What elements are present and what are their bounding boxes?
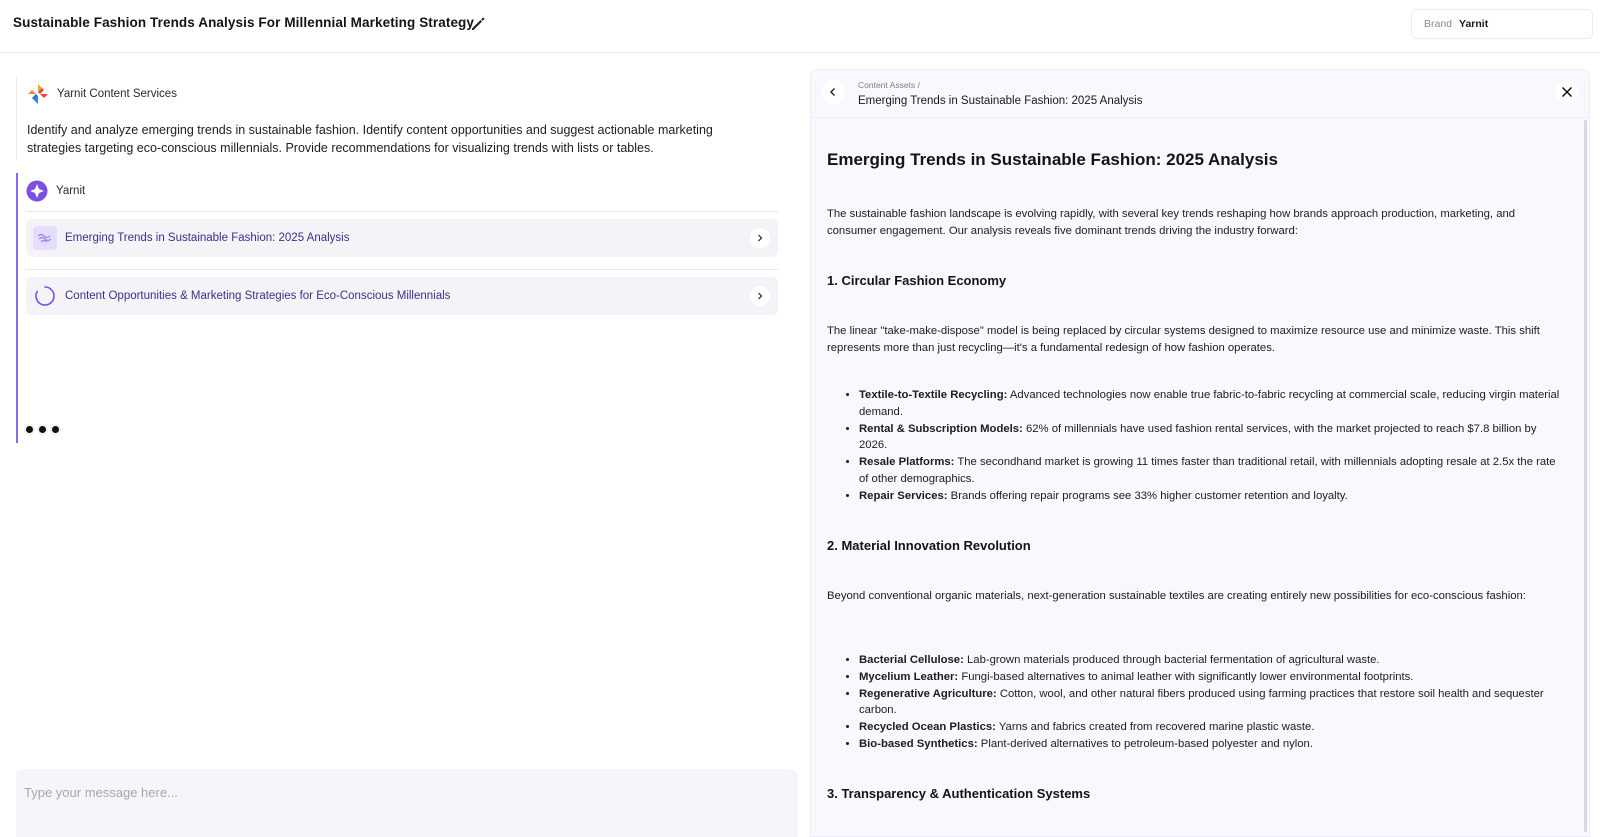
brand-value: Yarnit	[1459, 18, 1489, 30]
section-paragraph: Beyond conventional organic materials, n…	[827, 590, 1526, 602]
typing-dot	[37, 424, 48, 435]
document-intro: The sustainable fashion landscape is evo…	[827, 208, 1516, 237]
section-bullet-list: Textile-to-Textile Recycling: Advanced t…	[859, 387, 1565, 505]
chevron-right-icon	[758, 234, 763, 242]
asset-card-emerging-trends[interactable]: Emerging Trends in Sustainable Fashion: …	[26, 219, 778, 257]
document-header: Content Assets / Emerging Trends in Sust…	[811, 70, 1589, 118]
list-item: Rental & Subscription Models: 62% of mil…	[859, 421, 1565, 455]
list-item: Resale Platforms: The secondhand market …	[859, 454, 1565, 488]
back-button[interactable]	[821, 80, 845, 104]
open-asset-button[interactable]	[750, 228, 770, 248]
document-scrollbar[interactable]	[1584, 120, 1587, 832]
chevron-right-icon	[758, 292, 763, 300]
wave-icon	[33, 226, 57, 250]
typing-dot	[50, 424, 61, 435]
asset-card-label: Content Opportunities & Marketing Strate…	[65, 290, 451, 302]
document-header-title: Emerging Trends in Sustainable Fashion: …	[858, 95, 1143, 107]
assistant-name: Yarnit	[56, 185, 86, 197]
list-item: Mycelium Leather: Fungi-based alternativ…	[859, 669, 1565, 686]
list-item: Regenerative Agriculture: Cotton, wool, …	[859, 686, 1565, 720]
asset-card-content-opportunities[interactable]: Content Opportunities & Marketing Strate…	[26, 277, 778, 315]
message-input[interactable]	[24, 781, 784, 803]
top-bar: Sustainable Fashion Trends Analysis For …	[0, 0, 1600, 53]
typing-dot	[24, 424, 35, 435]
chat-panel: Yarnit Content Services Identify and ana…	[16, 75, 798, 837]
message-composer	[16, 769, 798, 837]
list-item: Bacterial Cellulose: Lab-grown materials…	[859, 652, 1565, 669]
yarnit-content-services-logo-icon	[27, 83, 49, 105]
section-heading: 1. Circular Fashion Economy	[827, 273, 1007, 288]
list-item: Bio-based Synthetics: Plant-derived alte…	[859, 736, 1565, 753]
divider	[26, 211, 778, 212]
typing-indicator	[24, 424, 63, 435]
list-item: Recycled Ocean Plastics: Yarns and fabri…	[859, 719, 1565, 736]
brand-selector[interactable]: Brand Yarnit	[1411, 9, 1593, 39]
document-title: Emerging Trends in Sustainable Fashion: …	[827, 150, 1278, 169]
user-name: Yarnit Content Services	[57, 88, 177, 100]
list-item: Textile-to-Textile Recycling: Advanced t…	[859, 387, 1565, 421]
chevron-left-icon	[830, 88, 835, 96]
user-message: Yarnit Content Services Identify and ana…	[16, 75, 798, 160]
list-item: Repair Services: Brands offering repair …	[859, 488, 1565, 505]
user-message-header: Yarnit Content Services	[27, 83, 177, 105]
loading-spinner-icon	[33, 284, 57, 308]
yarnit-logo-icon	[26, 180, 48, 202]
user-message-text: Identify and analyze emerging trends in …	[27, 123, 713, 155]
section-heading: 3. Transparency & Authentication Systems	[827, 786, 1091, 801]
section-paragraph: The linear "take-make-dispose" model is …	[827, 325, 1540, 354]
section-bullet-list: Bacterial Cellulose: Lab-grown materials…	[859, 652, 1565, 753]
open-asset-button[interactable]	[750, 286, 770, 306]
close-button[interactable]	[1555, 80, 1579, 104]
page-title: Sustainable Fashion Trends Analysis For …	[13, 15, 475, 30]
breadcrumb[interactable]: Content Assets /	[858, 80, 920, 90]
document-panel: Content Assets / Emerging Trends in Sust…	[810, 69, 1590, 837]
assistant-message-header: Yarnit	[26, 180, 85, 202]
section-heading: 2. Material Innovation Revolution	[827, 538, 1031, 553]
close-icon	[1561, 86, 1573, 98]
pencil-edit-icon[interactable]	[469, 15, 487, 33]
brand-label: Brand	[1424, 18, 1453, 30]
assistant-message: Yarnit Emerging Trends in Sustainable Fa…	[16, 173, 798, 443]
asset-card-label: Emerging Trends in Sustainable Fashion: …	[65, 232, 350, 244]
divider	[26, 269, 778, 270]
